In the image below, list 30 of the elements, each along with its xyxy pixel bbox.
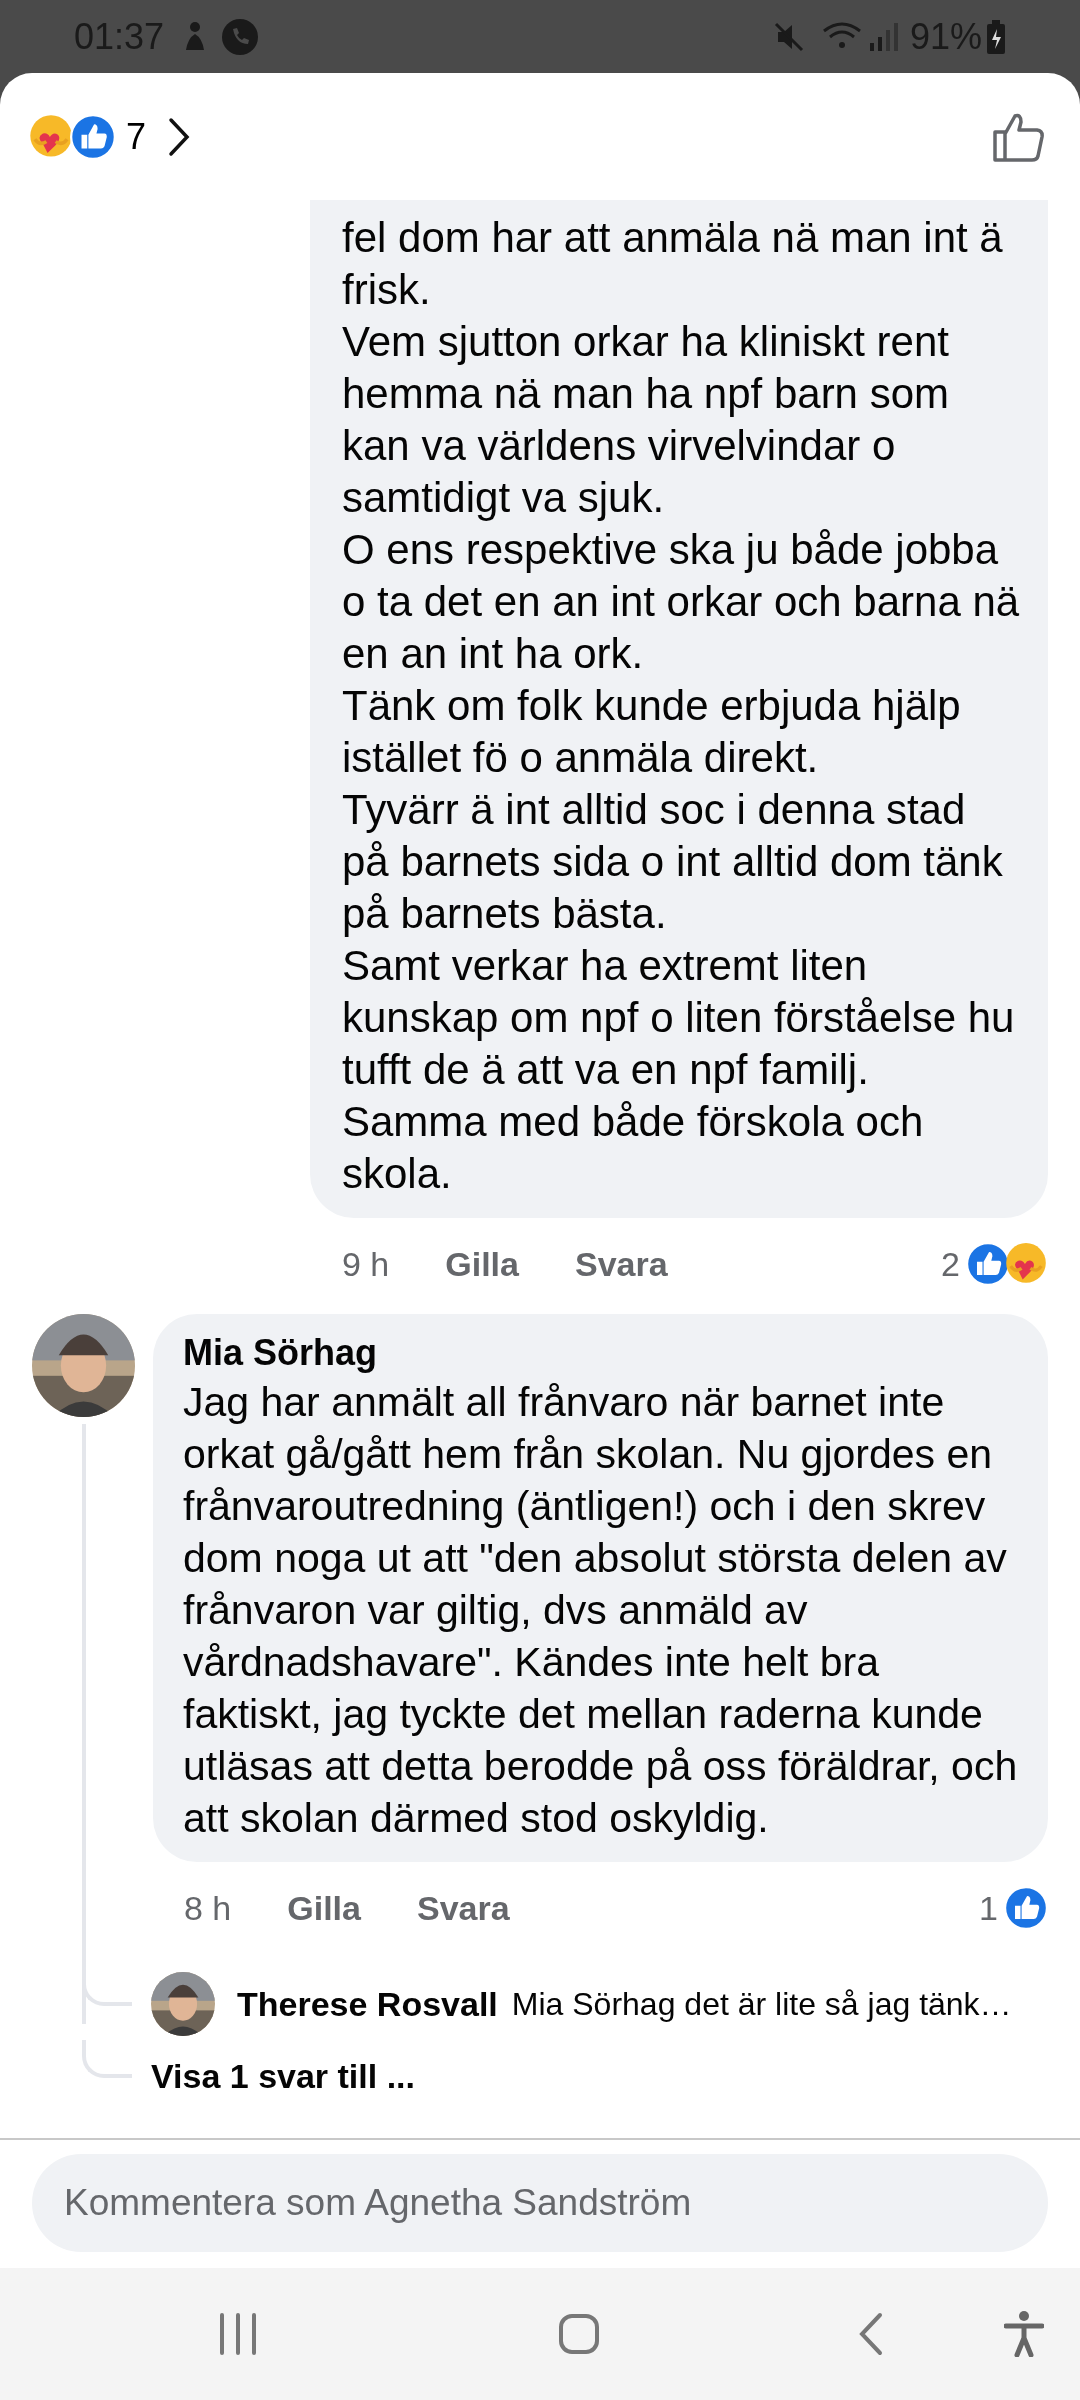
reaction-count[interactable]: 1 — [979, 1882, 998, 1934]
reaction-count[interactable]: 7 — [126, 109, 147, 164]
battery-icon — [986, 19, 1006, 54]
reply-link[interactable]: Svara — [574, 1238, 668, 1290]
author-name[interactable]: Mia Sörhag — [183, 1330, 1022, 1376]
like-reaction-icon — [70, 113, 116, 160]
author-name[interactable]: Therese Rosvall — [237, 1978, 498, 2030]
like-link[interactable]: Gilla — [445, 1238, 519, 1290]
signal-icon — [867, 20, 898, 53]
comment-time: 8 h — [184, 1887, 232, 1929]
like-link[interactable]: Gilla — [287, 1882, 361, 1934]
accessibility-icon[interactable] — [1004, 2311, 1044, 2357]
like-icon[interactable] — [993, 111, 1045, 162]
comment-time: 9 h — [342, 1243, 390, 1285]
care-reaction-icon — [1004, 1242, 1048, 1286]
back-icon[interactable] — [858, 2312, 884, 2356]
comment-text: Jag har anmält all frånvaro när barnet inte orkat gå/gått hem från skolan. Nu gjordes en frånvaroutredning (äntligen!) och i den skrev dom noga ut att "den absolut största delen av frånvaron var giltig, dvs anmäld av vårdnadshavare". Kändes inte helt bra faktiskt, jag tyckte det mellan raderna kunde utläsas att detta berodde på oss föräldrar, och att skolan därmed stod oskyldig. — [183, 1378, 1019, 1843]
more-replies-link[interactable]: Visa 1 svar till ... — [151, 2050, 415, 2102]
phone-icon — [222, 18, 259, 55]
recent-apps-icon[interactable] — [218, 2313, 258, 2355]
comment-field[interactable]: Kommentera som Agnetha Sandström — [32, 2154, 1048, 2252]
home-icon[interactable] — [558, 2313, 600, 2355]
reply-link[interactable]: Svara — [416, 1882, 510, 1934]
thread-line — [82, 2040, 132, 2078]
comment-text: fel dom har att anmäla nä man int ä frisk. Vem sjutton orkar ha kliniskt rent hemma nä man ha npf barn som kan va världens virvelvindar o samtidigt va sjuk. O ens respektive ska ju både jobba o ta det en an int orkar och barna nä en an int ha ork. Tänk om folk kunde erbjuda hjälp istället fö o anmäla direkt. Tyvärr ä int alltid soc i denna stad på barnets sida o int alltid dom tänk på barnets bästa. Samt verkar ha extremt liten kunskap om npf o liten förståelse hu tufft de ä att va en npf familj. Samma med både förskola och skola. — [342, 213, 1020, 1199]
like-reaction-icon — [1004, 1886, 1048, 1930]
like-reaction-icon — [966, 1242, 1010, 1286]
chevron-right-icon[interactable] — [168, 116, 191, 157]
reply-preview[interactable]: Mia Sörhag det är lite så jag tänk… — [511, 1980, 1012, 2028]
reaction-count[interactable]: 2 — [941, 1238, 960, 1290]
